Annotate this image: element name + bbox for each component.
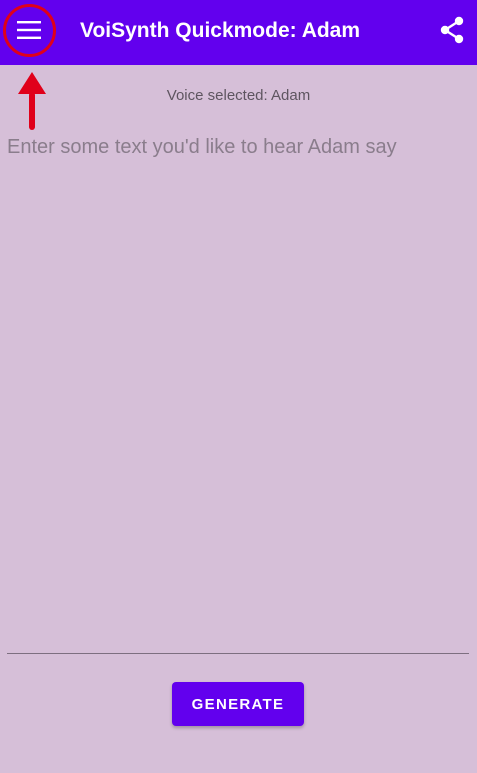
generate-button[interactable]: GENERATE	[172, 682, 304, 726]
app-title: VoiSynth Quickmode: Adam	[80, 19, 361, 42]
text-input[interactable]	[7, 128, 469, 654]
share-button[interactable]	[434, 14, 470, 50]
app-bar: VoiSynth Quickmode: Adam	[0, 0, 477, 65]
voice-selected-label: Voice selected: Adam	[166, 87, 311, 104]
share-icon	[439, 16, 465, 49]
annotation-highlight-ring	[3, 4, 56, 57]
